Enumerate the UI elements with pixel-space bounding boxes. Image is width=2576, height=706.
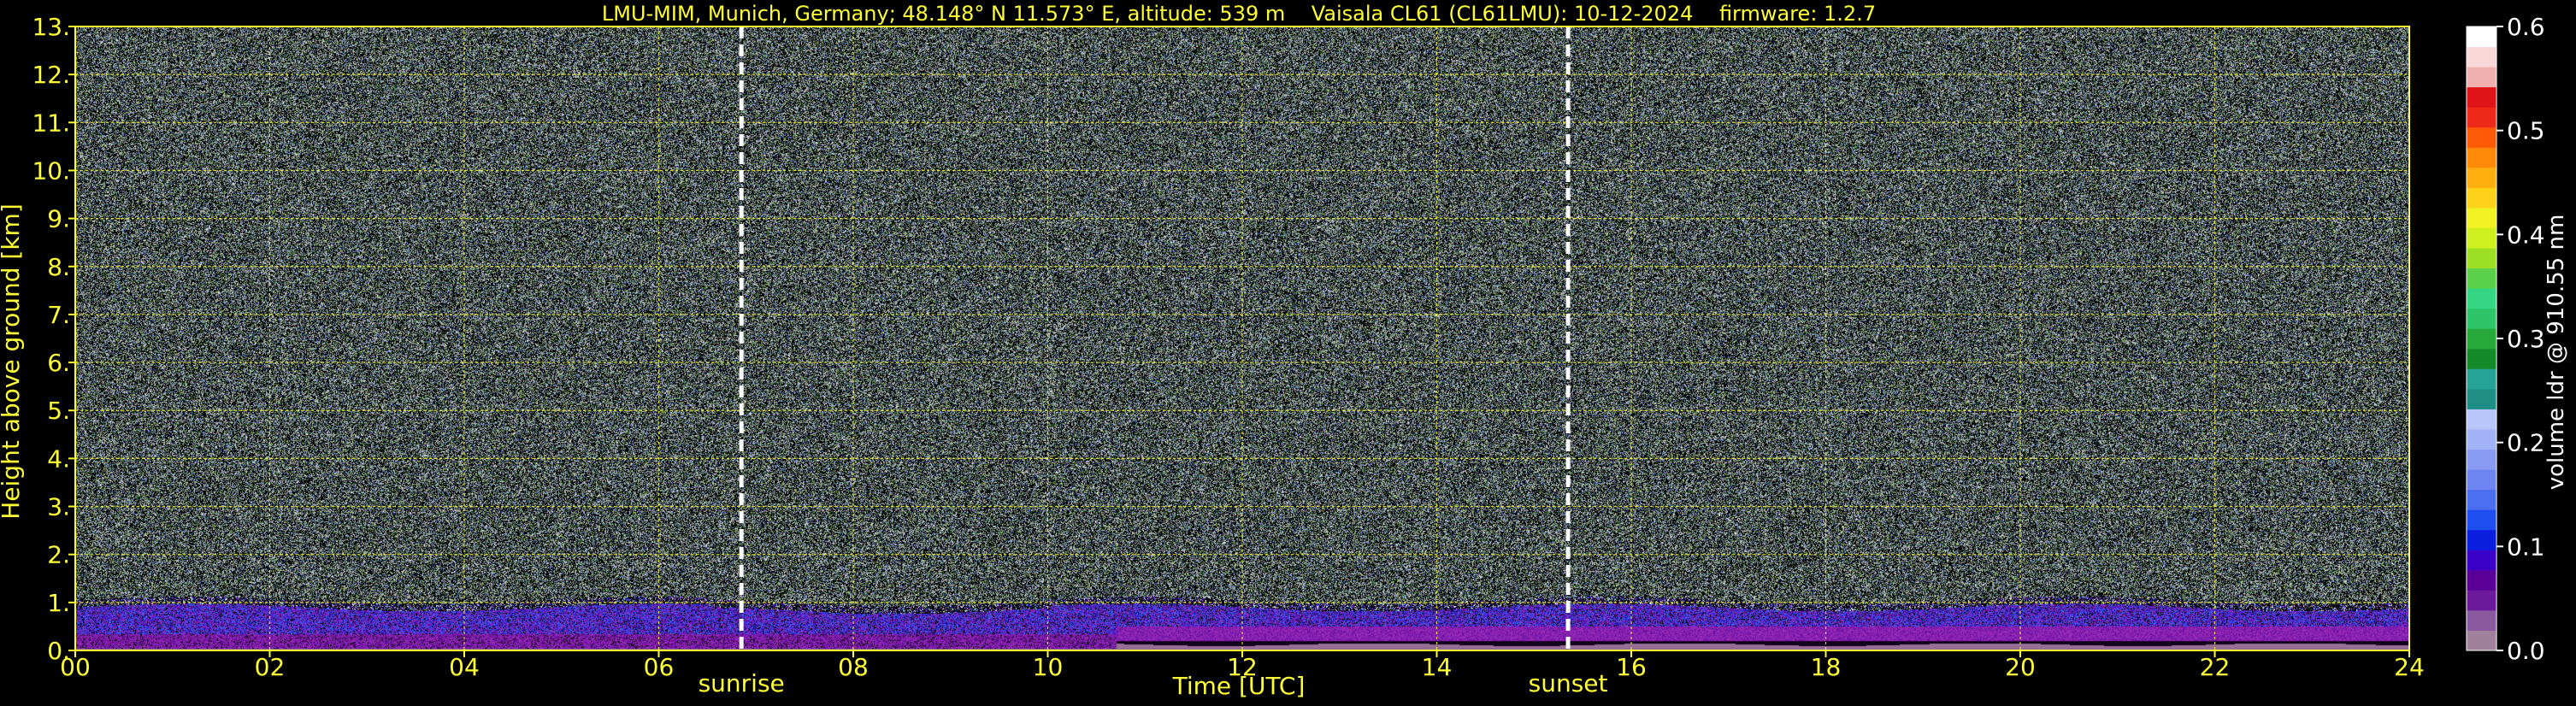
x-tick-label: 22 [2200,653,2231,681]
chart: LMU-MIM, Munich, Germany; 48.148° N 11.5… [0,0,2576,706]
annotation-label-sunset: sunset [1529,669,1608,697]
colorbar-segment [2467,107,2496,128]
plot-area: sunrise sunset00 02 04 06 08 10 12 14 16 18 20 22 240… [32,13,2424,697]
colorbar-segment [2467,187,2496,209]
chart-title: LMU-MIM, Munich, Germany; 48.148° N 11.5… [602,2,1876,26]
x-tick-label: 18 [1811,653,1842,681]
colorbar-segment [2467,86,2496,108]
colorbar-segment [2467,609,2496,631]
colorbar-tick-label: 0.0 [2507,637,2545,665]
y-tick-label: 11. [32,109,70,137]
colorbar-segment [2467,308,2496,329]
colorbar-segment [2467,268,2496,289]
colorbar-segment [2467,147,2496,168]
y-axis-label: Height above ground [km] [0,203,25,520]
x-tick-label: 20 [2005,653,2036,681]
y-tick-label: 7. [47,301,70,329]
colorbar-segment [2467,529,2496,550]
colorbar-segment [2467,509,2496,531]
colorbar-segment [2467,388,2496,409]
colorbar-segment [2467,409,2496,430]
colorbar-segment [2467,550,2496,571]
colorbar-tick-label: 0.3 [2507,325,2545,353]
colorbar-segment [2467,469,2496,491]
y-tick-label: 2. [47,541,70,569]
colorbar-segment [2467,368,2496,390]
colorbar-tick-label: 0.2 [2507,429,2545,457]
colorbar-segment [2467,348,2496,369]
y-tick-label: 4. [47,444,70,473]
colorbar-segment [2467,288,2496,309]
colorbar-segment [2467,227,2496,249]
colorbar-segment [2467,248,2496,269]
colorbar-segment [2467,590,2496,611]
y-tick-label: 0. [47,637,70,665]
y-tick-label: 6. [47,349,70,377]
y-tick-label: 8. [47,253,70,281]
colorbar-segment [2467,328,2496,350]
y-tick-label: 5. [47,397,70,425]
x-tick-label: 10 [1033,653,1064,681]
y-tick-label: 9. [47,205,70,233]
y-tick-label: 12. [32,61,70,89]
colorbar-segment [2467,449,2496,470]
annotation-label-sunrise: sunrise [699,669,785,697]
x-tick-label: 14 [1422,653,1453,681]
colorbar-tick-label: 0.6 [2507,13,2545,41]
colorbar-label: volume ldr @ 910.55 nm [2544,215,2569,491]
colorbar-segment [2467,67,2496,88]
x-tick-label: 08 [838,653,869,681]
x-axis-label: Time [UTC] [1172,672,1306,700]
x-tick-label: 04 [449,653,480,681]
colorbar-tick-label: 0.4 [2507,221,2545,249]
colorbar-segment [2467,26,2496,48]
x-tick-label: 16 [1616,653,1647,681]
colorbar-segment [2467,46,2496,68]
colorbar-tick-label: 0.1 [2507,532,2545,561]
colorbar-segment [2467,489,2496,510]
y-tick-label: 3. [47,493,70,521]
y-tick-label: 13. [32,13,70,41]
colorbar-segment [2467,569,2496,591]
x-tick-label: 06 [644,653,675,681]
colorbar-segment [2467,630,2496,651]
x-tick-label: 24 [2394,653,2425,681]
colorbar-segment [2467,207,2496,228]
colorbar-tick-label: 0.5 [2507,117,2545,145]
colorbar-segment [2467,126,2496,148]
colorbar-segment [2467,167,2496,188]
y-tick-label: 1. [47,589,70,617]
x-tick-label: 02 [255,653,286,681]
colorbar-segment [2467,428,2496,450]
y-tick-label: 10. [32,156,70,185]
